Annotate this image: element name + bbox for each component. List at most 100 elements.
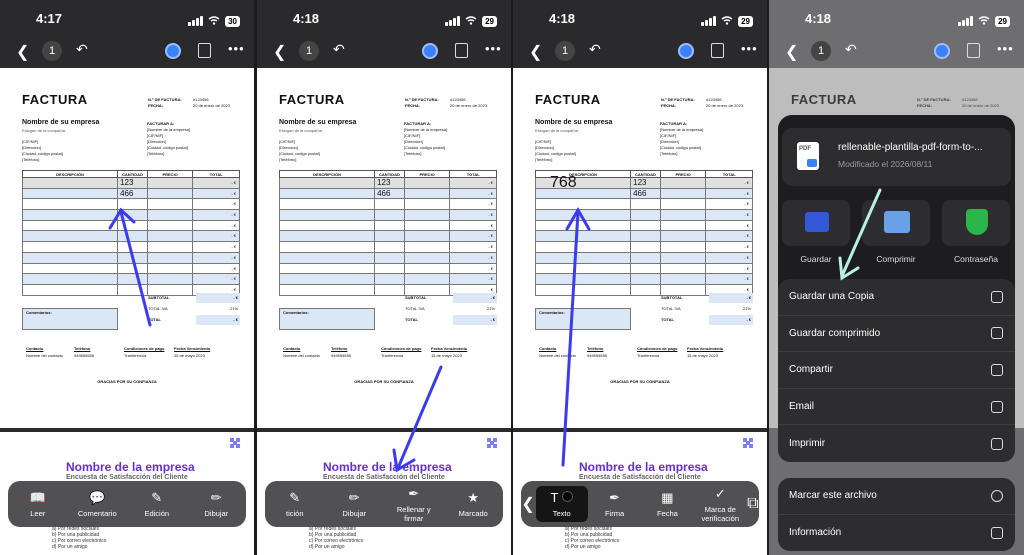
page-number-button[interactable]: 1 bbox=[811, 41, 831, 61]
undo-icon[interactable]: ↶ bbox=[845, 41, 857, 58]
page-number-button[interactable]: 1 bbox=[42, 41, 62, 61]
quantity-cell[interactable]: 466 bbox=[118, 188, 148, 199]
price-cell[interactable] bbox=[405, 242, 451, 252]
comments-field[interactable]: Comentarios: bbox=[279, 308, 375, 330]
comments-field[interactable]: Comentarios: bbox=[22, 308, 118, 330]
description-cell[interactable] bbox=[280, 178, 376, 188]
page-number-button[interactable]: 1 bbox=[299, 41, 319, 61]
description-cell[interactable] bbox=[23, 188, 119, 199]
menu-item-info[interactable]: Información bbox=[778, 515, 1015, 552]
quantity-cell[interactable] bbox=[118, 263, 148, 274]
quantity-cell[interactable] bbox=[118, 231, 148, 242]
outline-icon[interactable] bbox=[711, 43, 724, 58]
quantity-cell[interactable] bbox=[375, 252, 405, 263]
description-cell[interactable] bbox=[536, 199, 632, 210]
description-cell[interactable]: 768 bbox=[536, 175, 632, 190]
back-icon[interactable]: ❮ bbox=[16, 42, 29, 62]
quantity-cell[interactable] bbox=[375, 274, 405, 284]
tool-marca-de-verificaci-n[interactable]: ✓ Marca de verificación bbox=[694, 486, 746, 523]
price-cell[interactable] bbox=[661, 188, 707, 199]
collapse-chevron-icon[interactable]: ❮ bbox=[521, 494, 534, 514]
description-cell[interactable] bbox=[280, 252, 376, 263]
price-cell[interactable] bbox=[405, 178, 451, 188]
menu-item-share[interactable]: Compartir bbox=[778, 352, 1015, 389]
quantity-cell[interactable] bbox=[118, 210, 148, 220]
price-cell[interactable] bbox=[148, 199, 194, 210]
back-icon[interactable]: ❮ bbox=[529, 42, 542, 62]
comments-field[interactable]: Comentarios: bbox=[535, 308, 631, 330]
quantity-cell[interactable] bbox=[375, 231, 405, 242]
description-cell[interactable] bbox=[280, 284, 376, 295]
tool-rellenar-y-firmar[interactable]: ✒ Rellenar y firmar bbox=[388, 486, 440, 523]
description-cell[interactable] bbox=[23, 220, 119, 231]
tool-firma[interactable]: ✒ Firma bbox=[589, 490, 641, 518]
price-cell[interactable] bbox=[148, 263, 194, 274]
description-cell[interactable] bbox=[280, 231, 376, 242]
back-icon[interactable]: ❮ bbox=[785, 42, 798, 62]
quantity-cell[interactable] bbox=[375, 199, 405, 210]
description-cell[interactable] bbox=[23, 274, 119, 284]
undo-icon[interactable]: ↶ bbox=[76, 41, 88, 58]
price-cell[interactable] bbox=[405, 199, 451, 210]
tool-marcado[interactable]: ★ Marcado bbox=[447, 490, 499, 518]
quantity-cell[interactable] bbox=[375, 242, 405, 252]
quantity-cell[interactable] bbox=[631, 199, 661, 210]
price-cell[interactable] bbox=[148, 220, 194, 231]
price-cell[interactable] bbox=[661, 252, 707, 263]
ai-assistant-icon[interactable] bbox=[165, 43, 181, 59]
price-cell[interactable] bbox=[148, 274, 194, 284]
description-cell[interactable] bbox=[23, 284, 119, 295]
color-dot-icon[interactable] bbox=[561, 491, 573, 502]
quantity-cell[interactable]: 466 bbox=[631, 188, 661, 199]
tool-fecha[interactable]: ▦ Fecha bbox=[641, 490, 693, 518]
description-cell[interactable] bbox=[536, 263, 632, 274]
description-cell[interactable] bbox=[536, 252, 632, 263]
ai-assistant-icon[interactable] bbox=[678, 43, 694, 59]
menu-item-save-compressed[interactable]: Guardar comprimido bbox=[778, 316, 1015, 353]
quantity-cell[interactable] bbox=[118, 274, 148, 284]
price-cell[interactable] bbox=[148, 231, 194, 242]
price-cell[interactable] bbox=[405, 274, 451, 284]
description-cell[interactable] bbox=[536, 210, 632, 220]
price-cell[interactable] bbox=[405, 252, 451, 263]
menu-item-save-copy[interactable]: Guardar una Copia bbox=[778, 279, 1015, 316]
price-cell[interactable] bbox=[661, 274, 707, 284]
menu-item-email[interactable]: Email bbox=[778, 389, 1015, 426]
quantity-cell[interactable] bbox=[631, 231, 661, 242]
price-cell[interactable] bbox=[661, 199, 707, 210]
more-icon[interactable]: ••• bbox=[228, 41, 245, 56]
quantity-cell[interactable] bbox=[118, 220, 148, 231]
more-icon[interactable]: ••• bbox=[997, 41, 1014, 56]
description-cell[interactable] bbox=[23, 210, 119, 220]
price-cell[interactable] bbox=[148, 252, 194, 263]
price-cell[interactable] bbox=[405, 231, 451, 242]
price-cell[interactable] bbox=[661, 178, 707, 188]
quantity-cell[interactable] bbox=[375, 220, 405, 231]
quantity-cell[interactable] bbox=[631, 274, 661, 284]
price-cell[interactable] bbox=[661, 263, 707, 274]
description-cell[interactable] bbox=[536, 242, 632, 252]
undo-icon[interactable]: ↶ bbox=[333, 41, 345, 58]
menu-item-bookmark[interactable]: Marcar este archivo bbox=[778, 478, 1015, 515]
price-cell[interactable] bbox=[661, 231, 707, 242]
tool-leer[interactable]: 📖 Leer bbox=[12, 490, 64, 518]
password-action-button[interactable]: Contraseña bbox=[936, 200, 1016, 264]
price-cell[interactable] bbox=[661, 210, 707, 220]
quantity-cell[interactable] bbox=[631, 252, 661, 263]
description-cell[interactable] bbox=[536, 284, 632, 295]
quantity-cell[interactable]: 123 bbox=[118, 178, 148, 188]
price-cell[interactable] bbox=[148, 178, 194, 188]
price-cell[interactable] bbox=[661, 242, 707, 252]
price-cell[interactable] bbox=[661, 220, 707, 231]
price-cell[interactable] bbox=[405, 220, 451, 231]
quantity-cell[interactable]: 123 bbox=[631, 178, 661, 188]
tool-comentario[interactable]: 💬 Comentario bbox=[71, 490, 123, 518]
description-cell[interactable] bbox=[280, 274, 376, 284]
description-cell[interactable] bbox=[23, 242, 119, 252]
tool-tici-n[interactable]: ✎ tición bbox=[269, 490, 321, 518]
quantity-cell[interactable] bbox=[631, 242, 661, 252]
ai-assistant-icon[interactable] bbox=[934, 43, 950, 59]
price-cell[interactable] bbox=[148, 188, 194, 199]
quantity-cell[interactable] bbox=[118, 242, 148, 252]
description-cell[interactable] bbox=[536, 231, 632, 242]
